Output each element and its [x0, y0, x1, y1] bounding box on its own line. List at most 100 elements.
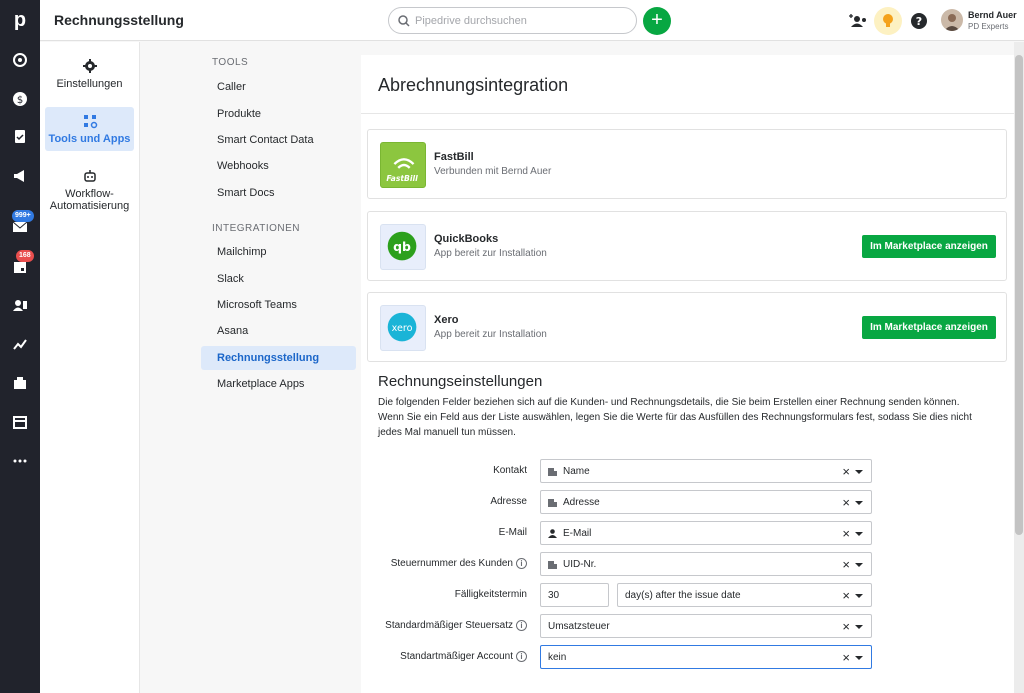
campaigns-icon[interactable] [10, 166, 30, 186]
integration-card-quickbooks: qb QuickBooks App bereit zur Installatio… [367, 211, 1007, 281]
nav-einstellungen-label: Einstellungen [56, 78, 123, 90]
subnav-caller[interactable]: Caller [201, 75, 356, 99]
building-icon [548, 499, 557, 507]
contacts-icon[interactable] [10, 295, 30, 315]
marketplace-icon[interactable] [10, 412, 30, 432]
field-row-account: Standartmäßiger Account i kein × [361, 645, 1014, 671]
days-input[interactable]: 30 [540, 583, 609, 607]
quickbooks-logo-text: qb [393, 239, 411, 254]
tasks-icon[interactable] [10, 126, 30, 146]
clear-icon[interactable]: × [842, 619, 850, 634]
kontakt-select[interactable]: Name × [540, 459, 872, 483]
clear-icon[interactable]: × [842, 526, 850, 541]
target-icon[interactable] [10, 50, 30, 70]
products-icon[interactable] [10, 373, 30, 393]
clear-icon[interactable]: × [842, 588, 850, 603]
subnav-asana[interactable]: Asana [201, 319, 356, 343]
nav-workflow[interactable]: Workflow-Automatisierung [45, 162, 134, 216]
chevron-down-icon[interactable] [855, 656, 863, 660]
integration-name: QuickBooks [434, 233, 499, 245]
settings-nav: Einstellungen Tools und Apps Workflow-Au… [40, 42, 140, 693]
subnav-rechnungsstellung[interactable]: Rechnungsstellung [201, 346, 356, 370]
subnav-mailchimp[interactable]: Mailchimp [201, 240, 356, 264]
field-label-text: Standardmäßiger Steuersatz [385, 620, 513, 631]
nav-workflow-label: Workflow-Automatisierung [49, 188, 130, 212]
lightbulb-icon [883, 14, 893, 27]
invite-users-icon[interactable] [848, 10, 870, 32]
settings-title: Rechnungseinstellungen [378, 373, 543, 390]
integrations-header: INTEGRATIONEN [212, 223, 300, 234]
user-company: PD Experts [968, 22, 1009, 31]
building-icon [548, 468, 557, 476]
more-icon[interactable] [10, 451, 30, 471]
search-icon [398, 15, 410, 27]
scrollbar-thumb[interactable] [1015, 55, 1023, 535]
fastbill-logo: FastBill [380, 142, 426, 188]
tools-header: TOOLS [212, 57, 249, 68]
add-button[interactable]: + [643, 7, 671, 35]
integration-status: Verbunden mit Bernd Auer [434, 166, 552, 177]
chevron-down-icon[interactable] [855, 563, 863, 567]
account-select[interactable]: kein × [540, 645, 872, 669]
subnav-webhooks[interactable]: Webhooks [201, 154, 356, 178]
help-icon[interactable]: ? [908, 10, 930, 32]
integration-card-xero: xero Xero App bereit zur Installation Im… [367, 292, 1007, 362]
main-panel: Abrechnungsintegration FastBill FastBill… [361, 55, 1014, 693]
select-value: Umsatzsteuer [548, 621, 610, 632]
steuernummer-select[interactable]: UID-Nr. × [540, 552, 872, 576]
chevron-down-icon[interactable] [855, 470, 863, 474]
clear-icon[interactable]: × [842, 495, 850, 510]
user-name[interactable]: Bernd Auer [968, 10, 1017, 20]
deals-icon[interactable]: $ [10, 89, 30, 109]
subnav-slack[interactable]: Slack [201, 267, 356, 291]
pipedrive-logo[interactable]: p [8, 8, 32, 32]
svg-text:?: ? [916, 15, 922, 28]
steuersatz-select[interactable]: Umsatzsteuer × [540, 614, 872, 638]
search-input[interactable] [415, 13, 625, 29]
field-label: E-Mail [498, 527, 527, 538]
field-label: Kontakt [493, 465, 527, 476]
chevron-down-icon[interactable] [855, 594, 863, 598]
building-icon [548, 561, 557, 569]
select-value: day(s) after the issue date [625, 590, 741, 601]
clear-icon[interactable]: × [842, 650, 850, 665]
field-row-email: E-Mail E-Mail × [361, 521, 1014, 547]
field-label: Fälligkeitstermin [454, 589, 527, 600]
field-label-text: Standartmäßiger Account [400, 651, 513, 662]
top-bar: Rechnungsstellung + ? Bernd Auer PD Expe… [40, 0, 1024, 41]
integration-status: App bereit zur Installation [434, 248, 547, 259]
search-box[interactable] [388, 7, 637, 34]
info-icon[interactable]: i [516, 651, 527, 662]
adresse-select[interactable]: Adresse × [540, 490, 872, 514]
field-row-steuersatz: Standardmäßiger Steuersatz i Umsatzsteuer… [361, 614, 1014, 640]
insights-icon[interactable] [10, 334, 30, 354]
nav-einstellungen[interactable]: Einstellungen [45, 52, 134, 100]
select-value: kein [548, 652, 567, 663]
chevron-down-icon[interactable] [855, 532, 863, 536]
nav-tools-und-apps[interactable]: Tools und Apps [45, 107, 134, 151]
select-value: Name [563, 466, 590, 477]
marketplace-button-quickbooks[interactable]: Im Marketplace anzeigen [862, 235, 996, 258]
subnav-smart-docs[interactable]: Smart Docs [201, 181, 356, 205]
subnav-marketplace-apps[interactable]: Marketplace Apps [201, 372, 356, 396]
chevron-down-icon[interactable] [855, 501, 863, 505]
integration-name: Xero [434, 314, 459, 326]
select-value: UID-Nr. [563, 559, 597, 570]
chevron-down-icon[interactable] [855, 625, 863, 629]
clear-icon[interactable]: × [842, 464, 850, 479]
avatar[interactable] [941, 9, 963, 31]
email-select[interactable]: E-Mail × [540, 521, 872, 545]
select-value: E-Mail [563, 528, 592, 539]
tips-button[interactable] [874, 7, 902, 35]
fastbill-logo-text: FastBill [386, 174, 418, 183]
clear-icon[interactable]: × [842, 557, 850, 572]
marketplace-button-xero[interactable]: Im Marketplace anzeigen [862, 316, 996, 339]
subnav-produkte[interactable]: Produkte [201, 102, 356, 126]
info-icon[interactable]: i [516, 620, 527, 631]
subnav-microsoft-teams[interactable]: Microsoft Teams [201, 293, 356, 317]
info-icon[interactable]: i [516, 558, 527, 569]
settings-desc-1: Die folgenden Felder beziehen sich auf d… [378, 397, 960, 408]
due-unit-select[interactable]: day(s) after the issue date × [617, 583, 872, 607]
integration-name: FastBill [434, 151, 474, 163]
subnav-smart-contact-data[interactable]: Smart Contact Data [201, 128, 356, 152]
